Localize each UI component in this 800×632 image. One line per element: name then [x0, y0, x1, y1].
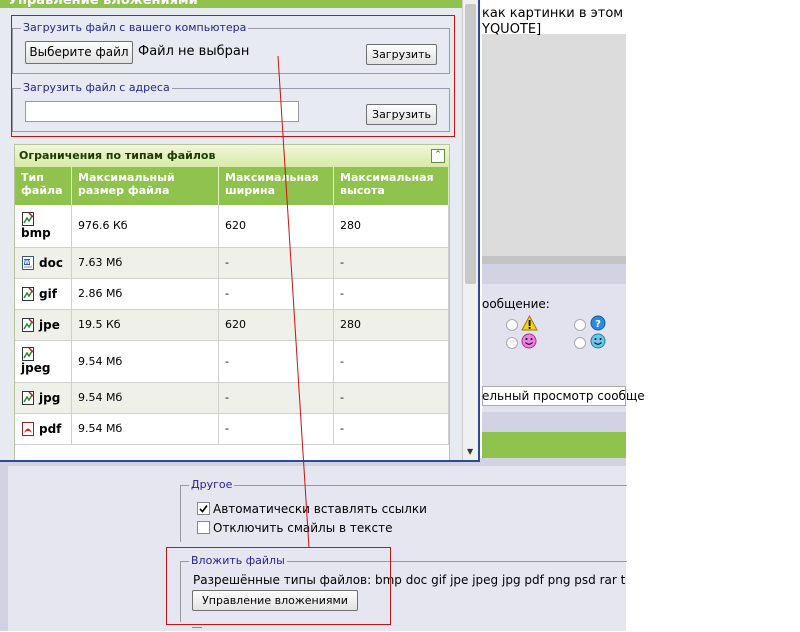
annotation-arrow	[277, 55, 310, 549]
